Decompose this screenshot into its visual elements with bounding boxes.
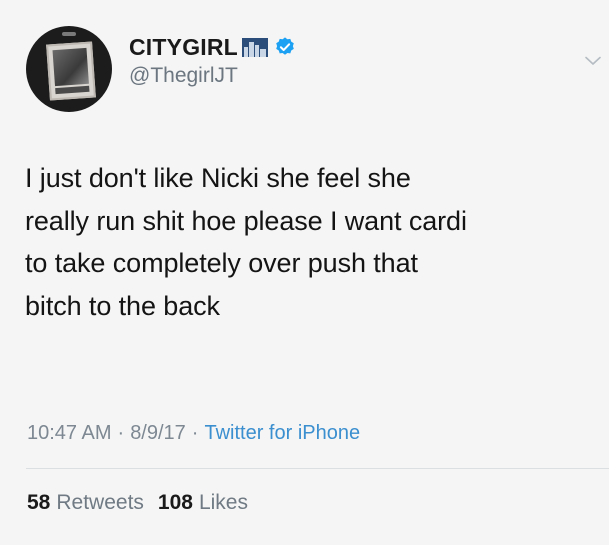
tweet-stats: 58 Retweets 108 Likes <box>27 491 262 515</box>
tweet-text: I just don't like Nicki she feel she rea… <box>25 163 467 321</box>
display-name[interactable]: CITYGIRL <box>129 34 238 61</box>
tweet-time[interactable]: 10:47 AM <box>27 422 112 445</box>
avatar-photo <box>46 41 96 101</box>
user-handle[interactable]: @ThegirlJT <box>129 64 238 88</box>
likes-count[interactable]: 108 <box>158 491 193 515</box>
likes-label[interactable]: Likes <box>199 491 248 515</box>
divider <box>26 468 609 469</box>
retweets-label[interactable]: Retweets <box>56 491 144 515</box>
chevron-down-icon[interactable] <box>585 56 601 66</box>
retweets-count[interactable]: 58 <box>27 491 50 515</box>
meta-separator: · <box>117 422 125 444</box>
verified-badge-icon <box>276 37 294 55</box>
author-name-row: CITYGIRL <box>129 33 296 61</box>
avatar-decoration <box>62 32 76 36</box>
meta-separator: · <box>191 422 199 444</box>
tweet-card: CITYGIRL @ThegirlJT I just don't like Ni… <box>0 0 609 545</box>
city-flag-icon <box>241 37 268 57</box>
tweet-meta: 10:47 AM · 8/9/17 · Twitter for iPhone <box>27 422 360 445</box>
avatar[interactable] <box>26 26 112 112</box>
tweet-date[interactable]: 8/9/17 <box>130 422 186 445</box>
tweet-source-link[interactable]: Twitter for iPhone <box>204 422 360 445</box>
